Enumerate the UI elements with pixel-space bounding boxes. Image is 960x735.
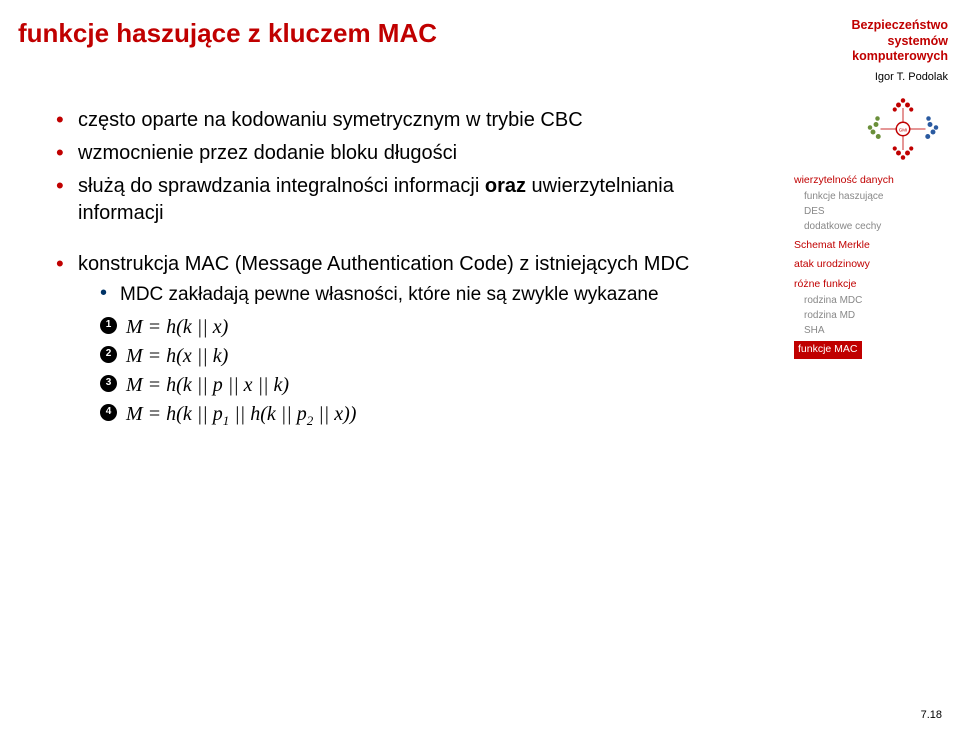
toc-subitem[interactable]: rodzina MD [804,308,948,323]
toc-item[interactable]: Schemat Merkle [794,238,948,254]
toc-subitem[interactable]: rodzina MDC [804,293,948,308]
eq-4: 4M = h(k || p1 || h(k || p2 || x)) [100,401,758,430]
toc-subitem[interactable]: dodatkowe cechy [804,219,948,234]
sidebar: Bezpieczeństwo systemów komputerowych Ig… [782,0,960,735]
svg-text:GMI: GMI [899,127,908,132]
bullet-1: często oparte na kodowaniu symetrycznym … [56,107,758,134]
bullet-4: konstrukcja MAC (Message Authentication … [56,251,758,429]
toc-item[interactable]: różne funkcje [794,277,948,293]
bullet-2: wzmocnienie przez dodanie bloku długości [56,140,758,167]
toc-subitem[interactable]: SHA [804,323,948,338]
bullet-4-sub: MDC zakładają pewne własności, które nie… [100,282,758,308]
course-title: Bezpieczeństwo systemów komputerowych [794,18,948,65]
toc-subitem[interactable]: funkcje haszujące [804,189,948,204]
content-body: często oparte na kodowaniu symetrycznym … [56,107,758,429]
logo-icon: GMI [794,95,948,163]
author: Igor T. Podolak [794,71,948,83]
toc-item-active[interactable]: funkcje MAC [794,341,862,359]
toc: wierzytelność danych funkcje haszujące D… [794,173,948,359]
toc-subitem[interactable]: DES [804,204,948,219]
eq-3: 3M = h(k || p || x || k) [100,372,758,399]
eq-2: 2M = h(x || k) [100,343,758,370]
toc-item[interactable]: wierzytelność danych [794,173,948,189]
bullet-3: służą do sprawdzania integralności infor… [56,173,758,227]
toc-item[interactable]: atak urodzinowy [794,257,948,273]
eq-1: 1M = h(k || x) [100,314,758,341]
slide-title: funkcje haszujące z kluczem MAC [18,18,758,49]
page-number: 7.18 [921,709,942,721]
